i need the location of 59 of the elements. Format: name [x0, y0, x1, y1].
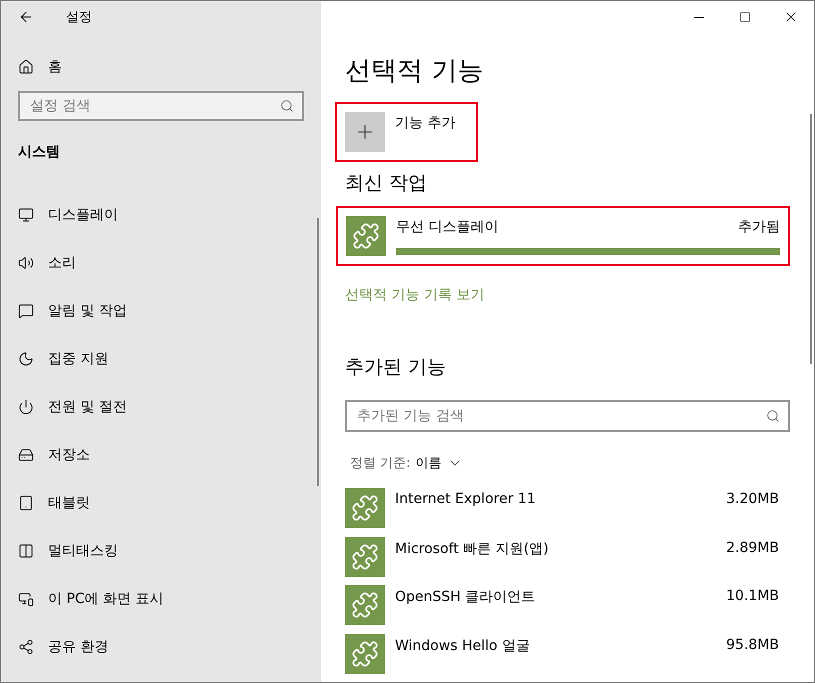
section-heading: 최신 작업 [345, 171, 428, 196]
sidebar-item[interactable]: 소리 [1, 239, 321, 287]
nav-icon [18, 543, 34, 559]
puzzle-icon [351, 542, 379, 570]
maximize-icon [739, 11, 751, 23]
sidebar-item[interactable]: 집중 지원 [1, 335, 321, 383]
page-title: 선택적 기능 [345, 55, 484, 88]
nav-icon [18, 255, 34, 271]
sidebar-item[interactable]: 알림 및 작업 [1, 287, 321, 335]
feature-size: 95.8MB [726, 636, 779, 654]
sidebar-item[interactable]: 멀티태스킹 [1, 527, 321, 575]
feature-name: Microsoft 빠른 지원(앱) [395, 540, 549, 558]
nav-icon [18, 447, 34, 463]
nav-icon [18, 399, 34, 415]
add-feature-button[interactable]: 기능 추가 [345, 112, 456, 152]
sidebar-item[interactable]: 디스플레이 [1, 191, 321, 239]
feature-size: 10.1MB [726, 588, 779, 606]
search-icon [280, 99, 294, 113]
feature-size: 2.89MB [726, 540, 779, 558]
nav-icon [18, 351, 34, 367]
section-heading: 시스템 [17, 143, 61, 162]
home-icon [18, 59, 34, 75]
nav-icon [18, 303, 34, 319]
sidebar-item[interactable]: 공유 환경 [1, 623, 321, 671]
nav-icon [18, 639, 34, 655]
sidebar-item[interactable]: 저장소 [1, 431, 321, 479]
sidebar-item[interactable]: 이 PC에 화면 표시 [1, 575, 321, 623]
feature-name: OpenSSH 클라이언트 [395, 588, 536, 607]
feature-item[interactable]: Microsoft 빠른 지원(앱) 2.89MB [345, 536, 779, 585]
sort-dropdown[interactable]: 정렬 기준: 이름 [345, 454, 463, 472]
home-item[interactable]: 홈 [1, 43, 321, 91]
sidebar-item[interactable]: 전원 및 절전 [1, 383, 321, 431]
nav-icon [18, 591, 34, 607]
puzzle-icon [351, 640, 379, 668]
home-label: 홈 [48, 58, 62, 76]
feature-item[interactable]: Internet Explorer 11 3.20MB [345, 488, 779, 536]
feature-item[interactable]: OpenSSH 클라이언트 10.1MB [345, 585, 779, 634]
history-link[interactable]: 선택적 기능 기록 보기 [345, 286, 484, 304]
search-icon [766, 409, 780, 423]
nav-icon [18, 207, 34, 223]
sidebar-item[interactable]: 태블릿 [1, 479, 321, 527]
feature-name: Windows Hello 얼굴 [395, 636, 530, 656]
puzzle-icon [351, 591, 379, 619]
feature-status: 추가됨 [738, 218, 780, 236]
back-icon[interactable] [18, 9, 34, 25]
puzzle-icon [351, 494, 379, 522]
scrollbar[interactable] [317, 218, 319, 486]
search-field[interactable]: 추가된 기능 검색 [345, 400, 790, 432]
search-field[interactable]: 설정 검색 [18, 91, 304, 121]
feature-item[interactable]: Windows Hello 얼굴 95.8MB [345, 634, 779, 682]
puzzle-icon [352, 222, 380, 250]
feature-name: 무선 디스플레이 [396, 218, 498, 236]
minimize-icon [694, 16, 704, 18]
scrollbar[interactable] [810, 114, 812, 364]
feature-size: 3.20MB [726, 491, 779, 509]
section-heading: 추가된 기능 [345, 355, 448, 380]
nav-icon [18, 495, 34, 511]
feature-name: Internet Explorer 11 [395, 491, 536, 509]
window-title: 설정 [66, 9, 92, 26]
